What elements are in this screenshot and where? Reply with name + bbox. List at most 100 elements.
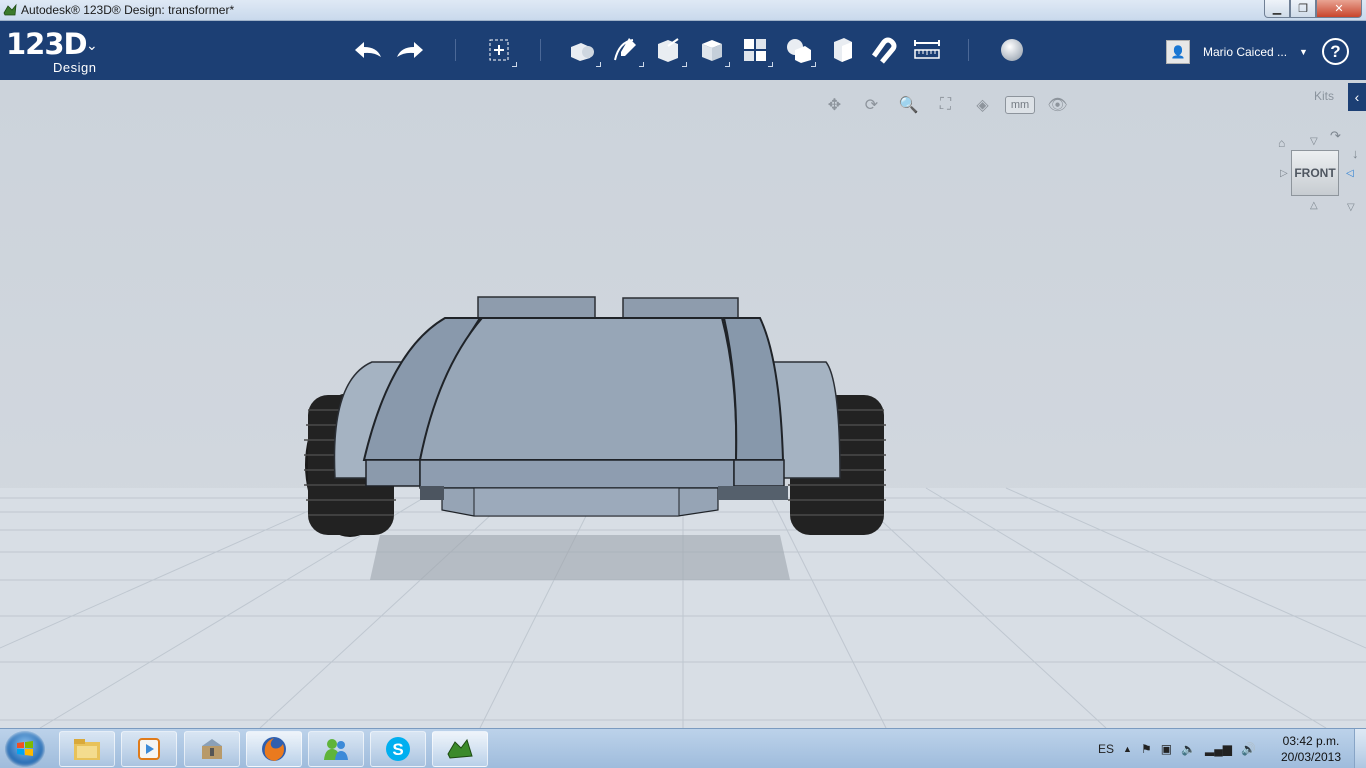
construct-button[interactable] xyxy=(651,33,687,67)
taskbar-skype[interactable]: S xyxy=(370,731,426,767)
username: Mario Caiced ... xyxy=(1203,45,1288,59)
user-menu[interactable]: 👤 Mario Caiced ... ▼ xyxy=(1166,39,1308,65)
system-tray: ES ▲ ⚑ ▣ 🔈 ▂▄▆ 🔊 xyxy=(1098,729,1256,768)
taskbar-123d-design[interactable] xyxy=(432,731,488,767)
clock[interactable]: 03:42 p.m. 20/03/2013 xyxy=(1276,733,1346,765)
grouping-icon xyxy=(787,39,811,63)
kits-label[interactable]: Kits xyxy=(1314,89,1334,103)
transform-icon xyxy=(489,39,509,61)
modify-button[interactable] xyxy=(694,33,730,67)
eye-icon[interactable]: 👁 xyxy=(1043,92,1072,118)
primitives-icon xyxy=(571,43,594,61)
taskbar-explorer[interactable] xyxy=(59,731,115,767)
rotate-down-icon[interactable]: ↓ xyxy=(1352,146,1359,161)
123d-design-icon xyxy=(447,738,473,759)
archive-icon xyxy=(202,739,222,759)
taskbar-archive[interactable] xyxy=(184,731,240,767)
modify-icon xyxy=(702,40,722,61)
home-icon[interactable]: ⌂ xyxy=(1278,136,1285,150)
measure-button[interactable] xyxy=(909,33,945,67)
arrow-left-icon[interactable]: ◁ xyxy=(1346,168,1354,179)
material-sphere-icon xyxy=(1001,39,1023,61)
sketch-icon xyxy=(614,38,636,61)
top-box-left xyxy=(477,296,596,320)
pan-icon[interactable]: ✥ xyxy=(820,92,849,118)
windows-logo-icon xyxy=(17,741,33,756)
redo-button[interactable] xyxy=(392,33,428,67)
pattern-icon xyxy=(744,39,766,61)
view-mode-icon[interactable]: ◈ xyxy=(968,92,997,118)
minimize-button[interactable]: ▁ xyxy=(1264,0,1290,18)
toolbar-divider xyxy=(455,39,456,61)
start-button[interactable] xyxy=(5,731,45,767)
primitives-button[interactable] xyxy=(565,33,601,67)
taskbar-media-player[interactable] xyxy=(121,731,177,767)
sketch-button[interactable] xyxy=(608,33,644,67)
media-player-icon xyxy=(138,738,160,760)
help-button[interactable]: ? xyxy=(1322,38,1349,65)
viewcube[interactable]: ⌂ ▽ ↷ ↓ ▷ ◁ FRONT △ ▽ xyxy=(1274,128,1366,218)
front-bumper-left xyxy=(365,459,421,487)
transform-button[interactable] xyxy=(481,33,517,67)
usb-icon[interactable]: ▣ xyxy=(1161,742,1172,756)
magnet-icon xyxy=(871,37,897,64)
pattern-button[interactable] xyxy=(737,33,773,67)
svg-text:S: S xyxy=(392,740,403,759)
grouping-button[interactable] xyxy=(780,33,816,67)
undo-button[interactable] xyxy=(350,33,386,67)
fit-icon[interactable]: ⛶ xyxy=(931,92,960,118)
skype-icon: S xyxy=(386,737,410,761)
folder-icon xyxy=(74,739,100,760)
tray-expand-icon[interactable]: ▲ xyxy=(1123,744,1132,754)
rotate-cw-icon[interactable]: ↷ xyxy=(1330,128,1341,144)
front-bumper-right xyxy=(733,459,785,487)
zoom-icon[interactable]: 🔍 xyxy=(894,92,923,118)
viewcube-face[interactable]: FRONT xyxy=(1291,150,1339,196)
combine-icon xyxy=(834,38,852,62)
logo-subtext: Design xyxy=(53,60,97,75)
app-icon xyxy=(3,3,17,16)
units-button[interactable]: mm xyxy=(1005,96,1035,114)
volume-icon[interactable]: 🔈 xyxy=(1181,742,1196,756)
ruler-icon xyxy=(914,40,940,59)
chevron-down-icon: ⌄ xyxy=(86,37,98,53)
taskbar-firefox[interactable] xyxy=(246,731,302,767)
maximize-button[interactable]: ❐ xyxy=(1290,0,1316,18)
combine-button[interactable] xyxy=(823,33,859,67)
body-main xyxy=(418,317,738,461)
taskbar: S ES ▲ ⚑ ▣ 🔈 ▂▄▆ 🔊 03:42 p.m. 20/03/2013 xyxy=(0,728,1366,768)
main-toolbar: 123D ⌄ Design 👤 Mario Caiced ... ▼ ? xyxy=(0,21,1366,80)
arrow-down-icon[interactable]: ▽ xyxy=(1310,136,1318,147)
clock-time: 03:42 p.m. xyxy=(1282,734,1340,748)
top-box-right xyxy=(622,297,739,320)
scene-canvas[interactable] xyxy=(0,80,1366,728)
show-desktop-button[interactable] xyxy=(1354,729,1366,768)
3d-viewport[interactable]: ✥ ⟳ 🔍 ⛶ ◈ mm 👁 Kits ‹ ⌂ ▽ ↷ ↓ ▷ ◁ FRONT … xyxy=(0,80,1366,728)
avatar: 👤 xyxy=(1166,40,1190,64)
axle-left xyxy=(420,486,444,500)
toolbar-divider xyxy=(540,39,541,61)
model-shadow xyxy=(370,535,790,580)
viewcube-menu-icon[interactable]: ▽ xyxy=(1347,202,1355,213)
taskbar-messenger[interactable] xyxy=(308,731,364,767)
snap-button[interactable] xyxy=(866,33,902,67)
speaker-icon[interactable]: 🔊 xyxy=(1241,742,1256,756)
caret-down-icon: ▼ xyxy=(1299,47,1308,57)
kits-toggle-button[interactable]: ‹ xyxy=(1348,83,1366,111)
arrow-up-icon[interactable]: △ xyxy=(1310,200,1318,211)
messenger-icon xyxy=(324,739,348,760)
orbit-icon[interactable]: ⟳ xyxy=(857,92,886,118)
close-button[interactable]: ✕ xyxy=(1316,0,1362,18)
logo-text: 123D xyxy=(6,27,88,61)
arrow-right-icon[interactable]: ▷ xyxy=(1280,168,1288,179)
network-icon[interactable]: ▂▄▆ xyxy=(1205,742,1232,756)
firefox-icon xyxy=(262,737,286,761)
title-bar: Autodesk® 123D® Design: transformer* ▁ ❐… xyxy=(0,0,1366,21)
front-bumper xyxy=(419,459,735,489)
material-button[interactable] xyxy=(994,33,1030,67)
redo-icon xyxy=(397,42,423,58)
flag-icon[interactable]: ⚑ xyxy=(1141,742,1152,756)
clock-date: 20/03/2013 xyxy=(1280,750,1342,764)
app-menu-logo[interactable]: 123D ⌄ Design xyxy=(6,27,98,75)
language-indicator[interactable]: ES xyxy=(1098,742,1114,756)
